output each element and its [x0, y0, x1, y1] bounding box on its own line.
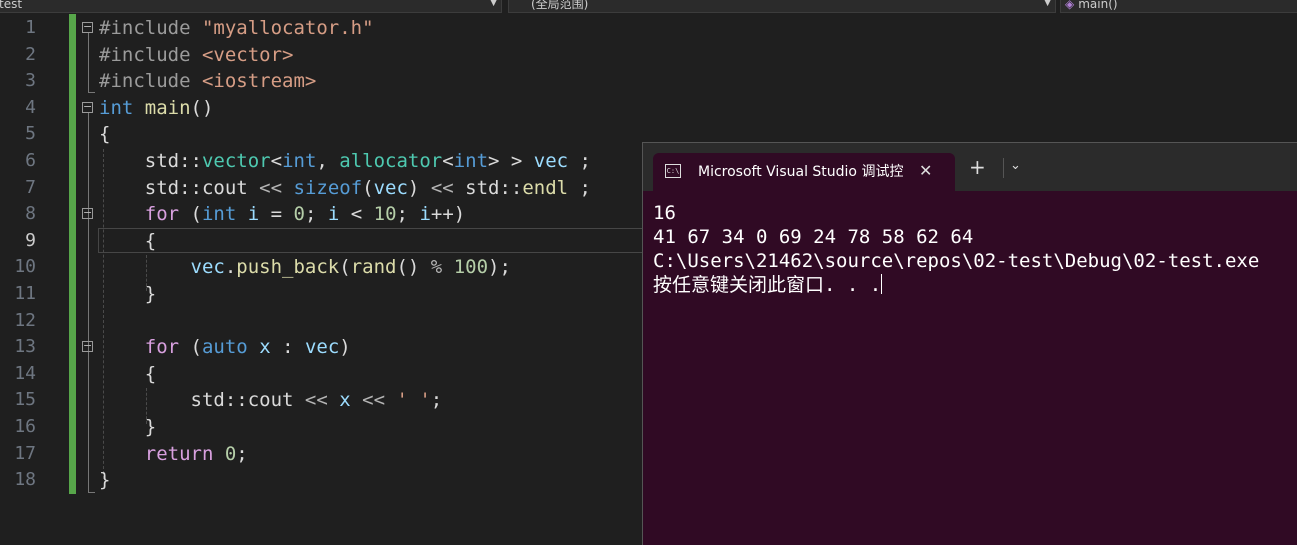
output-prompt: 按任意键关闭此窗口. . .	[653, 274, 882, 296]
terminal-tab-title: Microsoft Visual Studio 调试控制台	[698, 164, 904, 180]
chevron-down-icon[interactable]: ⌄	[1010, 156, 1021, 176]
output-line: 按任意键关闭此窗口. . .	[653, 273, 1259, 297]
chevron-down-icon: ▼	[1044, 0, 1051, 8]
method-icon: ◈	[1065, 0, 1075, 11]
line-number: 13	[14, 336, 36, 358]
code-line: 3 #include <iostream>	[0, 68, 1297, 95]
line-number: 10	[14, 256, 36, 278]
terminal-output[interactable]: 16 41 67 34 0 69 24 78 58 62 64 C:\Users\2…	[653, 201, 1259, 297]
navigation-bar: test ▼ (全局范围) ▼ ◈ main()	[0, 0, 1297, 14]
line-number: 8	[25, 203, 36, 225]
code-text: {	[144, 229, 157, 252]
line-number: 16	[14, 416, 36, 437]
code-line: 1 #include "myallocator.h"	[0, 15, 1297, 42]
code-text: {	[144, 362, 157, 385]
output-line: C:\Users\21462\source\repos\02-test\Debu…	[653, 250, 1260, 272]
divider	[1003, 158, 1004, 178]
output-line: 41 67 34 0 69 24 78 58 62 64	[653, 226, 974, 248]
line-number: 4	[25, 96, 36, 118]
code-text: }	[99, 469, 111, 492]
line-number: 18	[14, 469, 36, 491]
console-icon: C:\	[665, 164, 681, 178]
member-dropdown-label: main()	[1078, 0, 1118, 11]
code-line: 4 int main()	[0, 95, 1297, 122]
code-text: #include <vector>	[99, 43, 294, 66]
line-number: 3	[25, 70, 36, 92]
code-text: vec.push_back(rand() % 100);	[190, 256, 511, 279]
debug-console-window[interactable]: C:\ Microsoft Visual Studio 调试控制台 ✕ + ⌄ …	[642, 142, 1297, 545]
scope-dropdown-label: (全局范围)	[531, 0, 589, 11]
close-icon[interactable]: ✕	[919, 161, 932, 181]
line-number: 11	[14, 283, 36, 304]
line-number: 5	[25, 123, 36, 145]
code-line: 2 #include <vector>	[0, 42, 1297, 69]
line-number: 15	[14, 389, 36, 411]
line-number: 12	[14, 309, 36, 331]
code-text: for (int i = 0; i < 10; i++)	[144, 203, 466, 226]
scope-dropdown[interactable]: (全局范围) ▼	[508, 0, 1056, 13]
new-tab-button[interactable]: +	[969, 157, 986, 177]
code-text: std::cout << x << ' ';	[190, 389, 443, 412]
terminal-tab-bar: C:\ Microsoft Visual Studio 调试控制台 ✕ + ⌄	[643, 143, 1297, 191]
code-text: std::cout << sizeof(vec) << std::endl ;	[144, 176, 591, 199]
line-number: 2	[25, 43, 36, 65]
code-text: std::vector<int, allocator<int> > vec ;	[144, 150, 591, 172]
member-dropdown[interactable]: ◈ main()	[1060, 0, 1297, 13]
code-text: }	[144, 416, 157, 438]
code-text: for (auto x : vec)	[144, 336, 351, 359]
ide-window: test ▼ (全局范围) ▼ ◈ main() − − − − 1 #incl…	[0, 0, 1297, 545]
line-number: 1	[25, 17, 36, 38]
project-dropdown-label: test	[0, 0, 23, 11]
output-line: 16	[653, 202, 676, 224]
code-text: #include "myallocator.h"	[99, 17, 374, 39]
line-number: 9	[25, 229, 36, 251]
code-text: }	[144, 283, 157, 305]
code-text: int main()	[99, 96, 214, 119]
chevron-down-icon: ▼	[490, 0, 497, 8]
code-text: #include <iostream>	[99, 70, 317, 93]
line-number: 14	[14, 362, 36, 384]
line-number: 6	[25, 150, 36, 171]
text-cursor	[881, 274, 883, 294]
code-text: return 0;	[144, 442, 248, 465]
terminal-tab[interactable]: C:\ Microsoft Visual Studio 调试控制台 ✕	[653, 153, 955, 191]
line-number: 17	[14, 442, 36, 464]
project-dropdown[interactable]: test ▼	[0, 0, 502, 13]
line-number: 7	[25, 176, 36, 198]
code-text: {	[99, 123, 111, 146]
